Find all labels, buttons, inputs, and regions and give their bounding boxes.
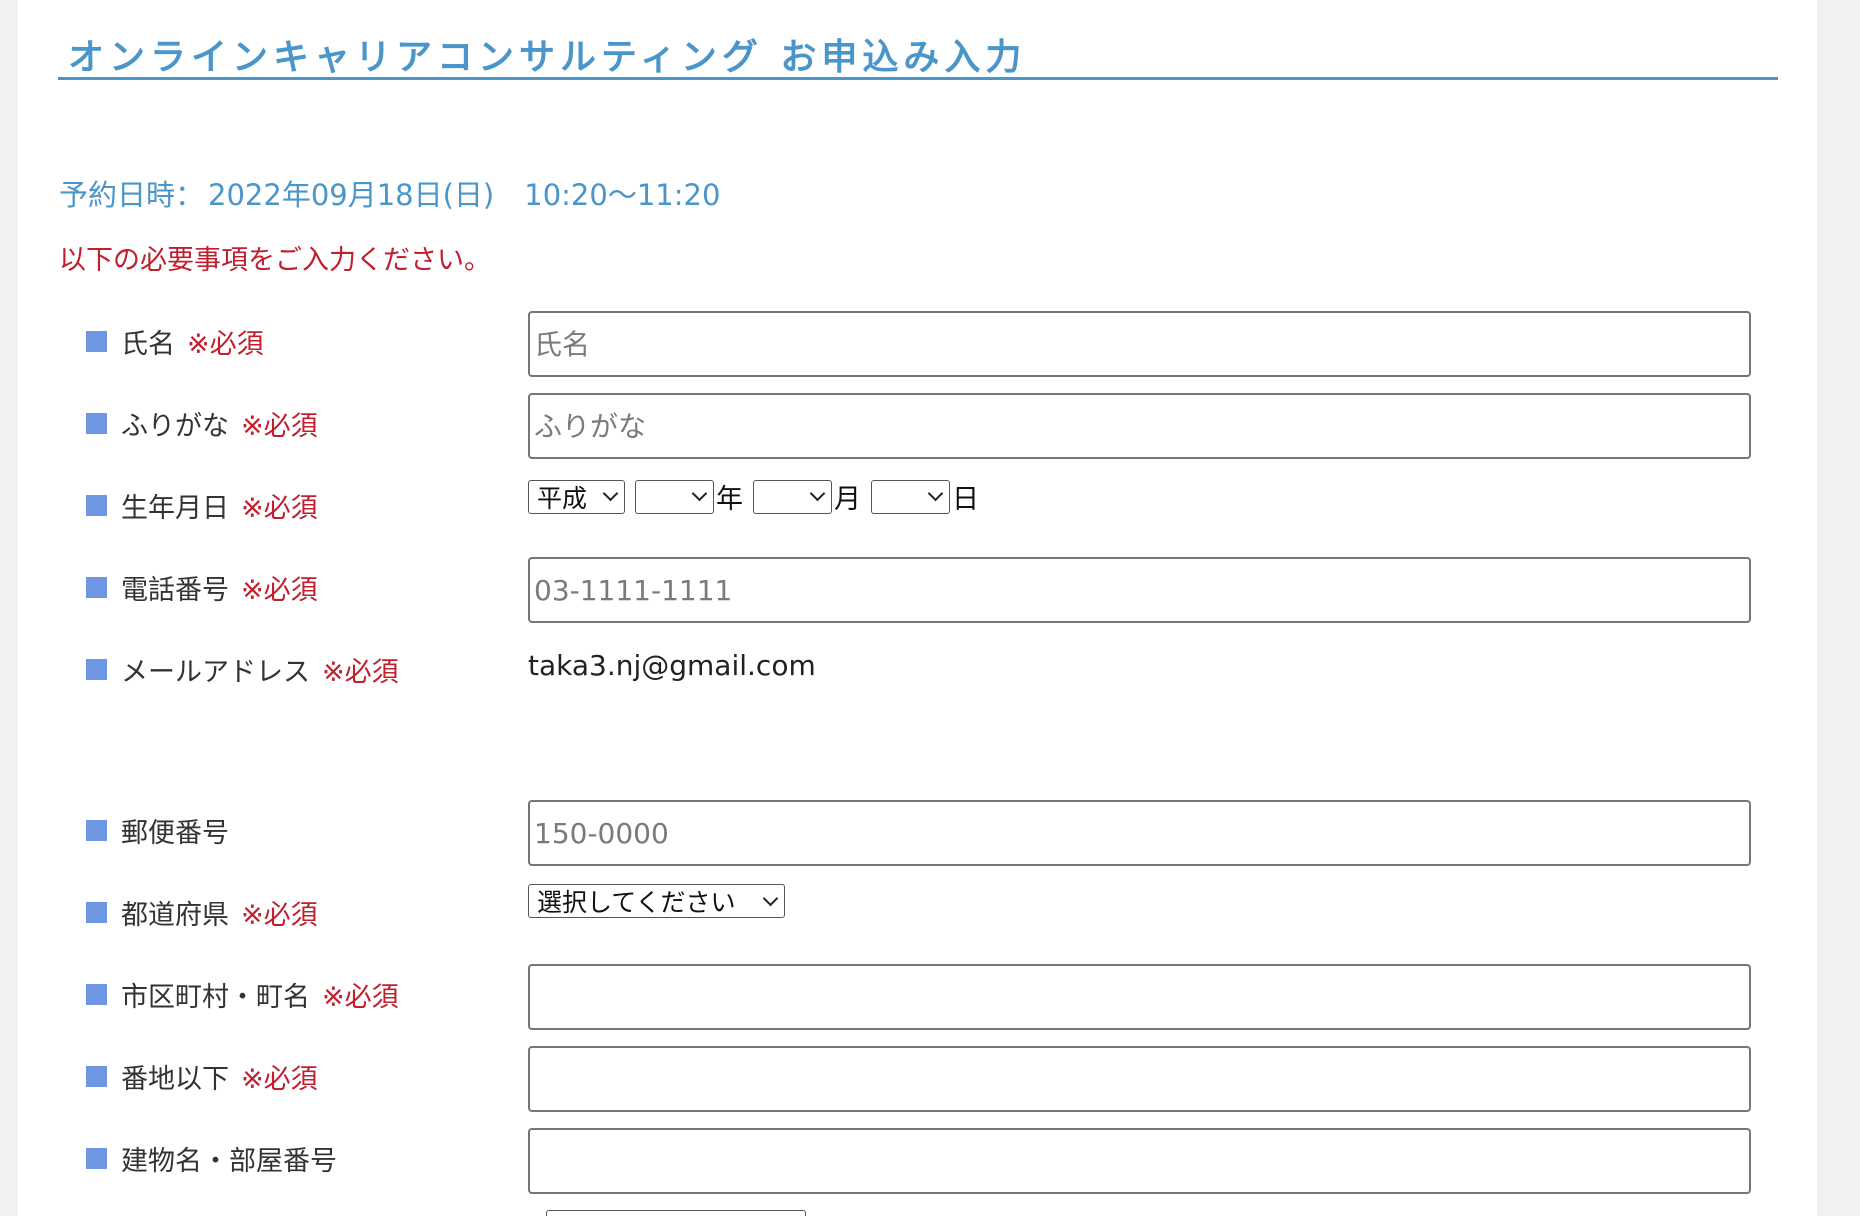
form-row-prefecture: 都道府県 ※必須 選択してください [18,882,1817,954]
field-label-building: 建物名・部屋番号 [86,1128,337,1188]
square-bullet-icon [86,1147,107,1169]
year-unit: 年 [716,484,743,515]
required-notice: 以下の必要事項をご入力ください。 [59,245,491,276]
form-row-city: 市区町村・町名 ※必須 [18,964,1817,1036]
square-bullet-icon [86,576,107,598]
street-input[interactable] [528,1046,1751,1112]
label-text: 建物名・部屋番号 [121,1145,337,1177]
form-row-furigana: ふりがな ※必須 [18,393,1817,465]
postal-code-input[interactable] [528,800,1751,866]
square-bullet-icon [86,494,107,516]
form-row-postal: 郵便番号 [18,800,1817,872]
birthdate-selects: 平成 年 月 日 [528,477,989,516]
label-text: メールアドレス [121,656,310,688]
required-mark: ※必須 [322,981,399,1013]
chevron-down-icon [762,890,779,906]
month-unit: 月 [834,484,861,515]
form-row-street: 番地以下 ※必須 [18,1046,1817,1118]
form-row-birthdate: 生年月日 ※必須 平成 年 月 日 [18,475,1817,547]
field-label-city: 市区町村・町名 ※必須 [86,964,399,1024]
era-select-value: 平成 [537,483,588,513]
chevron-down-icon [691,485,708,502]
form-row-name: 氏名 ※必須 [18,311,1817,383]
field-label-name: 氏名 ※必須 [86,311,264,371]
label-text: 都道府県 [121,899,229,931]
chevron-down-icon [927,485,944,502]
day-select[interactable] [871,479,950,514]
day-unit: 日 [952,484,979,515]
label-text: 郵便番号 [121,817,229,849]
page-title: オンラインキャリアコンサルティング お申込み入力 [68,37,1027,78]
required-mark: ※必須 [241,574,318,606]
square-bullet-icon [86,819,107,841]
square-bullet-icon [86,658,107,680]
form-row-email: メールアドレス ※必須 taka3.nj@gmail.com [18,639,1817,711]
chevron-down-icon [602,485,619,502]
label-text: 市区町村・町名 [121,981,310,1013]
title-divider [58,77,1778,80]
form-row-building: 建物名・部屋番号 [18,1128,1817,1200]
building-input[interactable] [528,1128,1751,1194]
square-bullet-icon [86,901,107,923]
name-input[interactable] [528,311,1751,377]
label-text: 氏名 [121,328,175,360]
label-text: 番地以下 [121,1063,229,1095]
chevron-down-icon [809,485,826,502]
month-select[interactable] [753,479,832,514]
required-mark: ※必須 [241,410,318,442]
next-select-cutoff[interactable] [546,1210,806,1216]
required-mark: ※必須 [241,899,318,931]
required-mark: ※必須 [241,492,318,524]
required-mark: ※必須 [241,1063,318,1095]
square-bullet-icon [86,983,107,1005]
square-bullet-icon [86,412,107,434]
field-label-birthdate: 生年月日 ※必須 [86,475,318,535]
reservation-label: 予約日時： [59,178,205,212]
required-mark: ※必須 [187,328,264,360]
form-page: オンラインキャリアコンサルティング お申込み入力 予約日時： 2022年09月18… [18,0,1817,1216]
prefecture-select[interactable]: 選択してください [528,884,785,918]
field-label-street: 番地以下 ※必須 [86,1046,318,1106]
required-mark: ※必須 [322,656,399,688]
city-input[interactable] [528,964,1751,1030]
field-label-email: メールアドレス ※必須 [86,639,399,699]
label-text: ふりがな [121,410,229,442]
field-label-phone: 電話番号 ※必須 [86,557,318,617]
square-bullet-icon [86,330,107,352]
label-text: 生年月日 [121,492,229,524]
reservation-date: 2022年09月18日(日) [208,178,495,212]
reservation-datetime: 予約日時： 2022年09月18日(日) 10:20〜11:20 [59,172,720,214]
form-row-phone: 電話番号 ※必須 [18,557,1817,629]
field-label-prefecture: 都道府県 ※必須 [86,882,318,942]
field-label-postal: 郵便番号 [86,800,229,860]
email-value: taka3.nj@gmail.com [528,649,816,682]
reservation-time: 10:20〜11:20 [524,178,721,212]
year-select[interactable] [635,479,714,514]
field-label-furigana: ふりがな ※必須 [86,393,318,453]
label-text: 電話番号 [121,574,229,606]
era-select[interactable]: 平成 [528,479,625,514]
square-bullet-icon [86,1065,107,1087]
furigana-input[interactable] [528,393,1751,459]
prefecture-select-value: 選択してください [537,888,736,917]
phone-input[interactable] [528,557,1751,623]
